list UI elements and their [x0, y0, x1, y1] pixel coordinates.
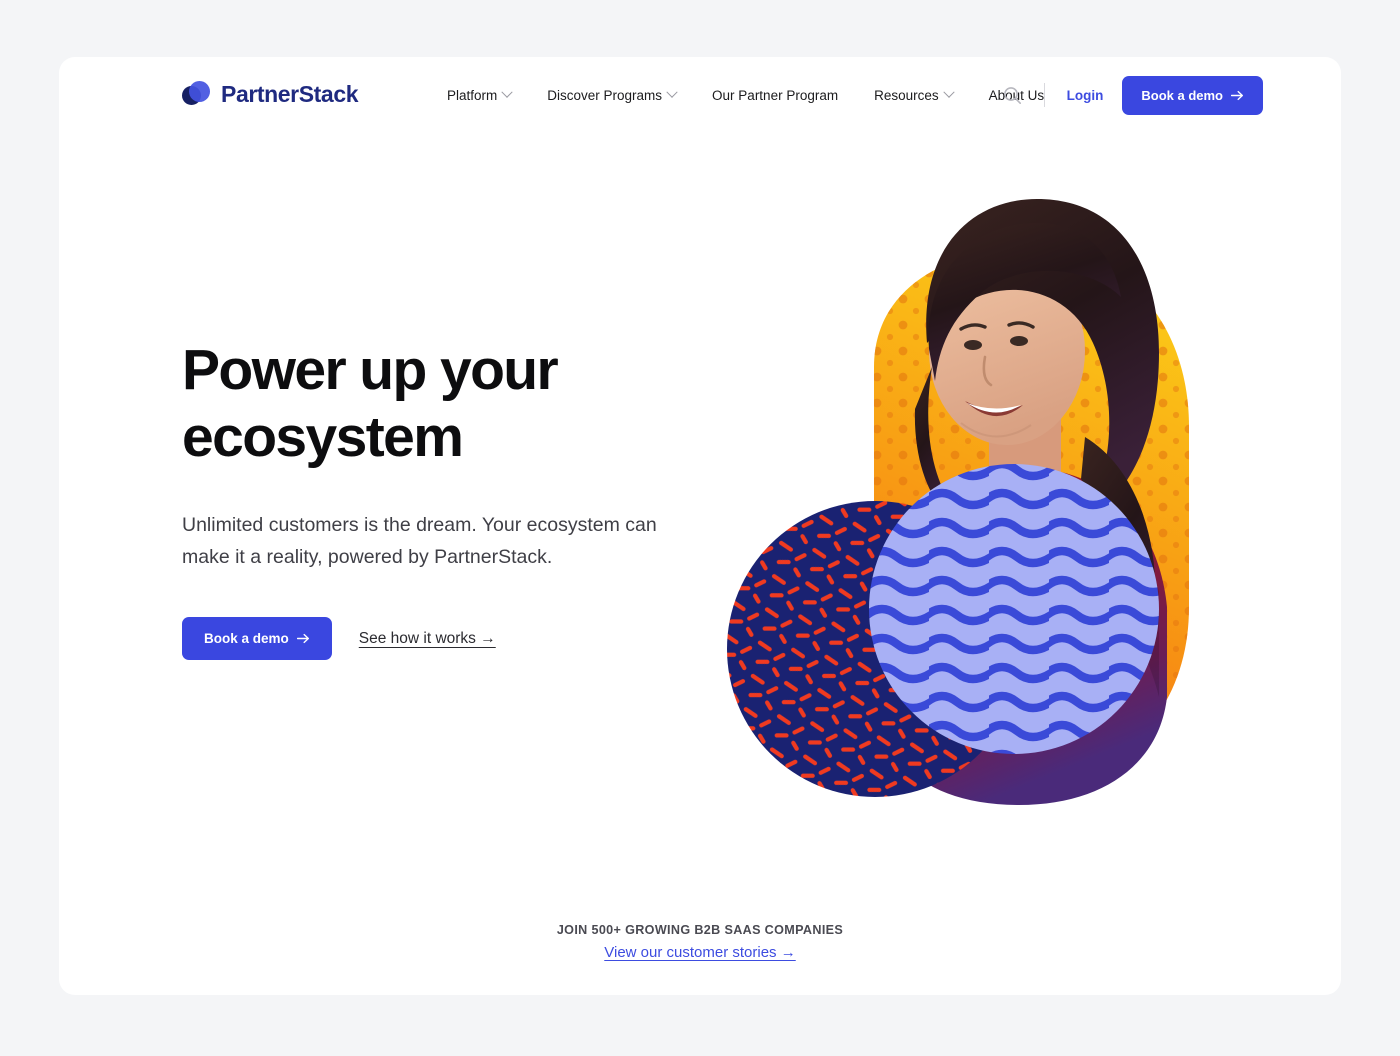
chevron-down-icon — [666, 86, 678, 98]
nav-actions: Login Book a demo — [996, 57, 1263, 133]
hero-subtitle: Unlimited customers is the dream. Your e… — [182, 514, 657, 568]
search-icon[interactable] — [996, 78, 1030, 112]
periwinkle-wave-circle — [869, 464, 1159, 754]
footnote-label: JOIN 500+ GROWING B2B SAAS COMPANIES — [556, 923, 844, 937]
hero-title-line-1: Power up your — [182, 338, 559, 402]
nav-item-platform[interactable]: Platform — [429, 86, 529, 103]
nav-book-a-demo-label: Book a demo — [1141, 87, 1223, 103]
chevron-down-icon — [942, 86, 955, 98]
hero-actions: Book a demo See how it works → — [182, 617, 722, 660]
brand-logo[interactable]: PartnerStack — [182, 74, 359, 114]
nav-item-resources[interactable]: Resources — [856, 86, 971, 103]
nav-book-a-demo-button[interactable]: Book a demo — [1122, 75, 1263, 115]
see-how-it-works-link[interactable]: See how it works → — [359, 630, 496, 648]
hero-title-line-2: ecosystem — [182, 405, 464, 469]
chevron-down-icon — [501, 86, 513, 98]
page-title: Power up your ecosystem — [182, 337, 722, 471]
nav-divider — [1043, 83, 1045, 107]
page-root: PartnerStack Platform Discover Programs … — [0, 0, 1400, 1056]
login-link[interactable]: Login — [1067, 88, 1104, 103]
nav-item-discover-programs[interactable]: Discover Programs — [529, 86, 694, 103]
hero-book-a-demo-button[interactable]: Book a demo — [182, 617, 332, 660]
arrow-right-icon — [1231, 90, 1244, 100]
nav-links: Platform Discover Programs Our Partner P… — [429, 57, 1062, 133]
top-navigation-bar: PartnerStack Platform Discover Programs … — [59, 57, 1341, 133]
nav-item-label: Our Partner Program — [712, 87, 839, 103]
partnerstack-circles-logo-icon — [182, 79, 212, 109]
nav-item-our-partner-program[interactable]: Our Partner Program — [694, 88, 856, 103]
hero-illustration-svg — [727, 199, 1189, 805]
nav-item-label: Discover Programs — [547, 87, 663, 103]
hero-book-a-demo-label: Book a demo — [204, 631, 289, 646]
arrow-right-icon — [296, 633, 309, 644]
social-proof-footnote: JOIN 500+ GROWING B2B SAAS COMPANIES Vie… — [59, 923, 1341, 962]
customer-stories-link[interactable]: View our customer stories → — [604, 944, 795, 961]
brand-name: PartnerStack — [221, 80, 359, 107]
landing-page-card: PartnerStack Platform Discover Programs … — [59, 57, 1341, 995]
hero-illustration — [689, 137, 1249, 847]
nav-item-label: Resources — [874, 87, 939, 103]
hero-text-block: Power up your ecosystem Unlimited custom… — [182, 337, 722, 660]
nav-item-label: Platform — [447, 87, 498, 103]
